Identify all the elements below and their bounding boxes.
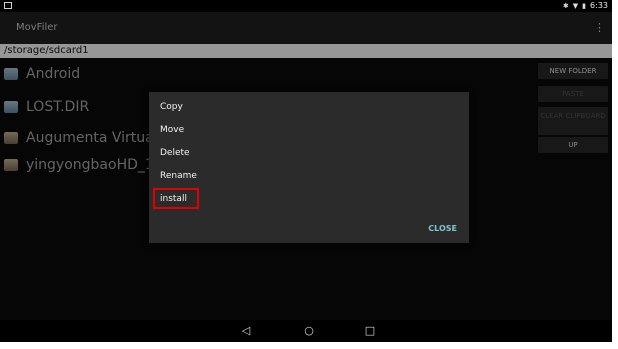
navigation-bar: ◁ ○ □: [0, 320, 612, 342]
battery-icon: ▮: [582, 2, 587, 10]
delete-option[interactable]: Delete: [160, 147, 190, 159]
copy-option[interactable]: Copy: [160, 101, 183, 113]
move-option[interactable]: Move: [160, 124, 184, 136]
file-action-dialog: Copy Move Delete Rename install CLOSE: [149, 92, 469, 243]
status-bar: ✱ ▼ ▮ 6:33: [0, 0, 612, 12]
bluetooth-icon: ✱: [562, 2, 569, 10]
recents-icon[interactable]: □: [362, 323, 378, 339]
close-button[interactable]: CLOSE: [428, 224, 457, 233]
rename-option[interactable]: Rename: [160, 170, 197, 182]
home-icon[interactable]: ○: [301, 323, 317, 339]
status-time: 6:33: [590, 1, 608, 10]
device-screen: ✱ ▼ ▮ 6:33 MovFiler ⋮ /storage/sdcard1 A…: [0, 0, 612, 342]
wifi-icon: ▼: [572, 2, 579, 10]
install-highlight-box: [153, 188, 199, 209]
back-icon[interactable]: ◁: [238, 323, 254, 339]
notification-icon: [4, 2, 12, 9]
